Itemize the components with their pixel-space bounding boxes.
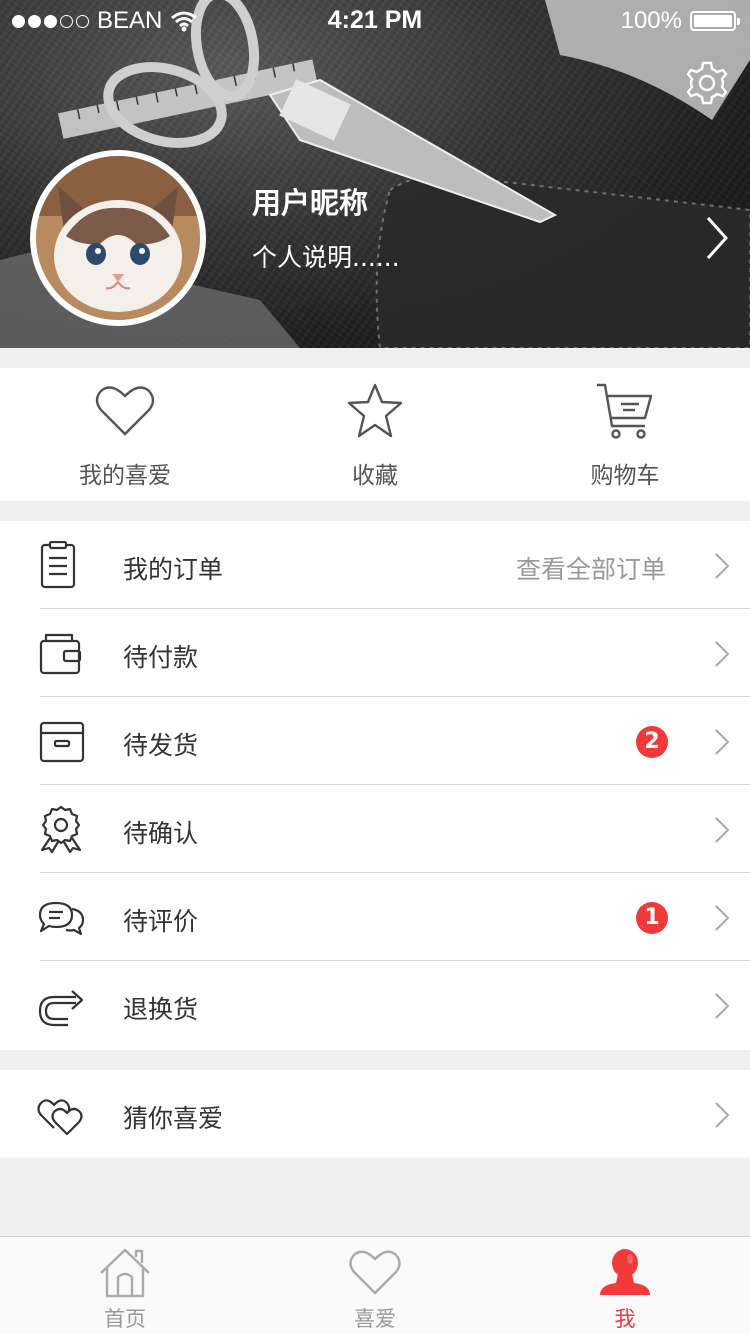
chevron-right-icon [715,641,730,667]
user-icon [600,1249,650,1295]
list-item-returns[interactable]: 退换货 [0,961,750,1049]
avatar[interactable] [30,150,206,326]
guess-you-like-label: 猜你喜爱 [123,1104,224,1133]
order-list: 我的订单 查看全部订单 待付款 待发货 2 待确认 待评价 1 退换货 [0,521,750,1050]
quick-cart-label: 购物车 [590,463,660,489]
pending-shipment-badge: 2 [636,726,668,758]
pending-review-label: 待评价 [123,907,199,936]
pending-confirm-label: 待确认 [123,819,199,848]
pending-shipment-label: 待发货 [123,731,199,760]
avatar-image [36,156,200,320]
tab-me[interactable]: 我 [500,1237,750,1334]
tab-favorites[interactable]: 喜爱 [250,1237,500,1334]
chevron-right-icon [715,729,730,755]
chevron-right-icon[interactable] [704,214,730,262]
returns-label: 退换货 [123,995,199,1024]
tab-me-label: 我 [614,1307,636,1331]
tab-favorites-label: 喜爱 [354,1307,396,1331]
status-right: 100% [620,7,740,35]
guess-you-like: 猜你喜爱 [0,1070,750,1158]
ribbon-icon [40,805,82,853]
tab-bar: 首页 喜爱 我 [0,1236,750,1334]
chevron-right-icon [715,553,730,579]
chat-icon [38,901,85,936]
heart-icon [95,386,155,436]
wallet-icon [39,633,82,675]
quick-collection-label: 收藏 [352,463,398,489]
chevron-right-icon [715,1102,730,1128]
list-item-pending-review[interactable]: 待评价 1 [0,873,750,961]
chevron-right-icon [715,993,730,1019]
list-item-my-orders[interactable]: 我的订单 查看全部订单 [0,521,750,609]
chevron-right-icon [715,817,730,843]
list-item-pending-shipment[interactable]: 待发货 2 [0,697,750,785]
chevron-right-icon [715,905,730,931]
profile-header: BEAN 4:21 PM 100% 用户昵称 个人说明...... [0,0,750,348]
user-nickname[interactable]: 用户昵称 [252,180,368,222]
pending-payment-label: 待付款 [123,643,199,672]
heart-icon [349,1250,401,1295]
box-icon [39,721,85,763]
quick-favorites-label: 我的喜爱 [79,463,171,489]
list-item-pending-payment[interactable]: 待付款 [0,609,750,697]
battery-fill [694,15,732,27]
list-item-pending-confirm[interactable]: 待确认 [0,785,750,873]
quick-favorites[interactable]: 我的喜爱 [0,368,250,501]
view-all-orders-link[interactable]: 查看全部订单 [516,550,666,586]
quick-cart[interactable]: 购物车 [500,368,750,501]
tab-home[interactable]: 首页 [0,1237,250,1334]
battery-percent: 100% [620,7,682,34]
my-orders-label: 我的订单 [123,555,224,584]
return-icon [38,990,84,1027]
quick-actions: 我的喜爱 收藏 购物车 [0,368,750,501]
tab-home-label: 首页 [104,1307,146,1331]
double-heart-icon [37,1099,83,1136]
gear-icon[interactable] [684,60,730,106]
pending-review-badge: 1 [636,902,668,934]
status-bar: BEAN 4:21 PM 100% [0,0,750,40]
list-item-guess-you-like[interactable]: 猜你喜爱 [0,1070,750,1158]
quick-collection[interactable]: 收藏 [250,368,500,501]
user-bio: 个人说明...... [252,243,400,272]
battery-icon [690,11,740,31]
star-icon [347,383,403,438]
clipboard-icon [40,541,76,589]
cart-icon [597,383,653,439]
home-icon [100,1248,150,1298]
